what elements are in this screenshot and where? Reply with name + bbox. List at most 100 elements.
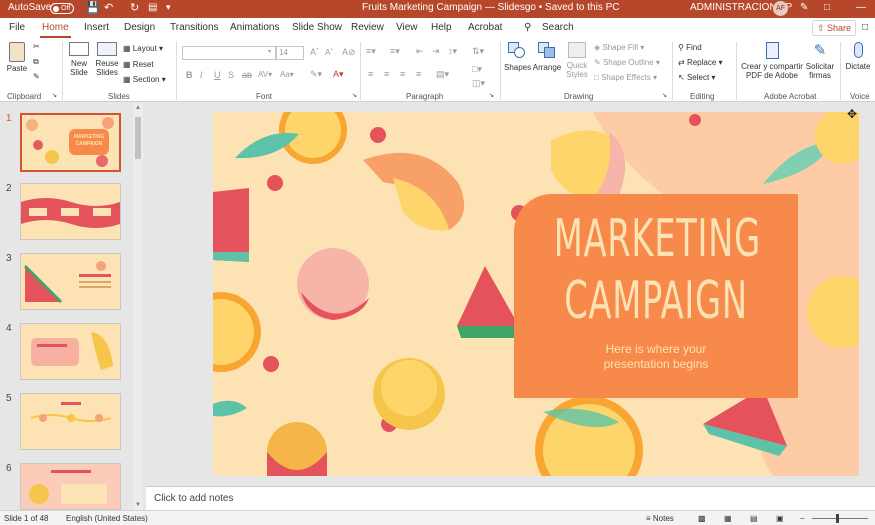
tab-slide-show[interactable]: Slide Show [292, 22, 342, 33]
tab-design[interactable]: Design [124, 22, 155, 33]
slide-thumbnail-5[interactable] [20, 393, 121, 450]
increase-indent-icon[interactable]: ⇥ [432, 46, 440, 57]
tab-view[interactable]: View [396, 22, 418, 33]
slide-canvas[interactable]: MARKETING CAMPAIGN Here is where your pr… [213, 112, 859, 476]
tab-help[interactable]: Help [431, 22, 452, 33]
avatar[interactable]: AF [773, 1, 788, 16]
character-spacing-icon[interactable]: AV▾ [258, 70, 272, 79]
cut-icon[interactable]: ✂ [33, 42, 40, 51]
new-slide-button[interactable]: New Slide [66, 42, 92, 77]
tab-animations[interactable]: Animations [230, 22, 279, 33]
customize-toolbar-icon[interactable]: ▾ [166, 2, 171, 13]
drawing-launcher-icon[interactable]: ↘ [662, 92, 667, 99]
italic-icon[interactable]: I [200, 70, 203, 80]
line-spacing-icon[interactable]: ↕▾ [448, 46, 457, 57]
font-name-field[interactable] [182, 46, 276, 60]
clear-formatting-icon[interactable]: A⊘ [342, 47, 356, 58]
zoom-out-icon[interactable]: − [800, 514, 805, 523]
change-case-icon[interactable]: Aa▾ [280, 70, 294, 79]
notes-pane[interactable]: Click to add notes [146, 486, 875, 510]
zoom-slider[interactable] [812, 518, 868, 519]
thumbnail-scrollbar[interactable]: ▲ ▼ [133, 103, 143, 510]
format-painter-icon[interactable]: ✎ [33, 72, 40, 81]
slide-subtitle[interactable]: Here is where your presentation begins [514, 342, 798, 372]
clipboard-launcher-icon[interactable]: ↘ [52, 92, 57, 99]
paragraph-launcher-icon[interactable]: ↘ [489, 92, 494, 99]
create-share-pdf-button[interactable]: Crear y compartir PDF de Adobe [740, 42, 804, 80]
align-left-icon[interactable]: ≡ [368, 69, 373, 79]
text-direction-icon[interactable]: ⇅▾ [472, 46, 484, 57]
highlight-icon[interactable]: ✎▾ [310, 69, 322, 80]
font-launcher-icon[interactable]: ↘ [352, 92, 357, 99]
slide-show-icon[interactable]: ▣ [776, 514, 784, 523]
find-button[interactable]: ⚲ Find [678, 43, 702, 52]
reading-view-icon[interactable]: ▤ [750, 514, 758, 523]
notes-button[interactable]: ≡ Notes [646, 514, 674, 523]
normal-view-icon[interactable]: ▩ [698, 514, 706, 523]
decrease-indent-icon[interactable]: ⇤ [416, 46, 424, 57]
shape-outline-button[interactable]: ✎ Shape Outline ▾ [594, 58, 660, 67]
align-text-icon[interactable]: □▾ [472, 64, 482, 75]
font-name-dropdown-icon[interactable]: ▾ [268, 48, 271, 55]
minimize-icon[interactable]: — [856, 2, 866, 13]
justify-icon[interactable]: ≡ [416, 69, 421, 79]
shape-fill-button[interactable]: ◈ Shape Fill ▾ [594, 43, 644, 52]
arrange-button[interactable]: Arrange [532, 42, 562, 72]
decrease-font-size-icon[interactable]: Aˇ [325, 48, 333, 57]
shapes-button[interactable]: Shapes [504, 42, 531, 72]
slide-thumbnail-6[interactable] [20, 463, 121, 510]
present-icon[interactable]: ▤ [148, 2, 157, 13]
comments-icon[interactable]: □ [862, 22, 868, 33]
section-button[interactable]: ▦ Section ▾ [123, 75, 166, 84]
request-signatures-button[interactable]: ✎ Solicitar firmas [804, 42, 836, 80]
undo-icon[interactable]: ↶ [104, 1, 113, 14]
align-center-icon[interactable]: ≡ [384, 69, 389, 79]
font-size-field[interactable]: 14 [276, 46, 304, 60]
slide-title[interactable]: MARKETING CAMPAIGN [554, 208, 760, 332]
slide-thumbnail-3[interactable] [20, 253, 121, 310]
dictate-button[interactable]: Dictate [843, 42, 873, 71]
bullets-icon[interactable]: ≡▾ [366, 46, 376, 57]
share-button[interactable]: ⇧ Share [812, 20, 856, 36]
tab-review[interactable]: Review [351, 22, 384, 33]
scroll-up-icon[interactable]: ▲ [135, 105, 141, 111]
smartart-icon[interactable]: ◫▾ [472, 78, 485, 89]
underline-icon[interactable]: U [214, 70, 221, 80]
tab-home[interactable]: Home [40, 22, 71, 38]
copy-icon[interactable]: ⧉ [33, 57, 39, 67]
align-right-icon[interactable]: ≡ [400, 69, 405, 79]
autosave-toggle[interactable]: Off [50, 3, 74, 14]
slide-sorter-icon[interactable]: ▦ [724, 514, 732, 523]
tab-file[interactable]: File [9, 22, 25, 33]
bold-icon[interactable]: B [186, 70, 193, 80]
tab-acrobat[interactable]: Acrobat [468, 22, 502, 33]
text-shadow-icon[interactable]: S [228, 70, 234, 80]
tab-insert[interactable]: Insert [84, 22, 109, 33]
search-icon[interactable]: ⚲ [524, 22, 531, 33]
tab-transitions[interactable]: Transitions [170, 22, 219, 33]
slide-thumbnail-2[interactable] [20, 183, 121, 240]
ribbon-display-icon[interactable]: □ [824, 2, 830, 13]
font-color-icon[interactable]: A▾ [333, 69, 344, 80]
paste-button[interactable]: Paste [5, 42, 29, 73]
search-label[interactable]: Search [542, 22, 574, 33]
slide-thumbnail-4[interactable] [20, 323, 121, 380]
layout-button[interactable]: ▦ Layout ▾ [123, 44, 163, 53]
slide-thumbnail-1[interactable]: MARKETING CAMPAIGN [20, 113, 121, 172]
notes-placeholder[interactable]: Click to add notes [154, 493, 234, 504]
save-icon[interactable]: 💾 [86, 1, 100, 14]
increase-font-size-icon[interactable]: Aˆ [310, 47, 319, 57]
quick-styles-button[interactable]: Quick Styles [564, 42, 590, 79]
columns-icon[interactable]: ▤▾ [436, 69, 449, 80]
shape-effects-button[interactable]: □ Shape Effects ▾ [594, 73, 657, 82]
language-status[interactable]: English (United States) [66, 514, 148, 523]
strikethrough-icon[interactable]: ab [242, 70, 252, 80]
reset-button[interactable]: ▦ Reset [123, 60, 154, 69]
reuse-slides-button[interactable]: Reuse Slides [94, 42, 120, 77]
replace-button[interactable]: ⇄ Replace ▾ [678, 58, 723, 67]
zoom-slider-thumb[interactable] [836, 514, 839, 523]
redo-icon[interactable]: ↻ [130, 1, 139, 14]
pen-icon[interactable]: ✎ [800, 2, 808, 13]
numbering-icon[interactable]: ≡▾ [390, 46, 400, 57]
scrollbar-thumb[interactable] [135, 117, 141, 159]
